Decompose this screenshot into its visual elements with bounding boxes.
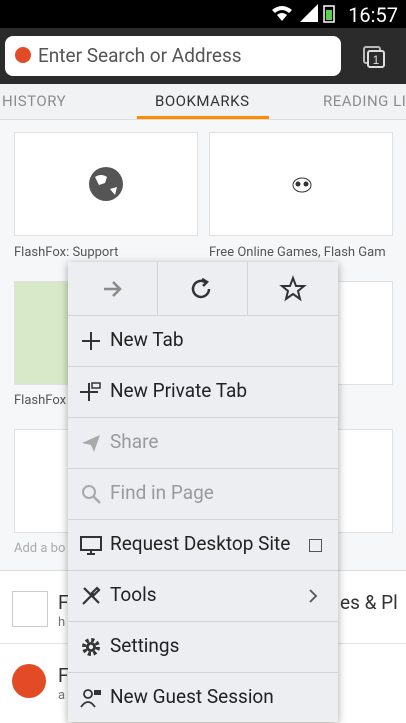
plus-icon	[82, 332, 100, 350]
tile-caption: Add a bo	[14, 541, 66, 556]
menu-item-label: Settings	[110, 634, 180, 657]
reload-icon	[191, 277, 211, 299]
menu-item-label: New Private Tab	[110, 379, 247, 402]
menu-item-label: Find in Page	[110, 481, 214, 504]
status-icons	[272, 4, 335, 23]
forward-button[interactable]	[68, 262, 157, 315]
guest-icon	[80, 689, 101, 708]
reload-button[interactable]	[158, 262, 247, 315]
list-item-url: a	[58, 688, 66, 703]
chevron-right-icon	[309, 589, 318, 603]
share-icon	[82, 435, 100, 452]
tab-bookmarks[interactable]: BOOKMARKS	[155, 92, 249, 110]
bookmark-star-button[interactable]	[248, 262, 338, 315]
flashfox-icon	[15, 47, 31, 63]
tab-reading-list[interactable]: READING LI	[323, 92, 406, 110]
tools-icon	[82, 586, 101, 605]
url-placeholder: Enter Search or Address	[38, 44, 242, 67]
list-item-url: h	[58, 615, 66, 630]
menu-item-new-tab[interactable]: New Tab	[68, 316, 338, 367]
panda-icon	[12, 591, 48, 627]
menu-item-tools[interactable]: Tools	[68, 571, 338, 622]
forward-arrow-icon	[104, 281, 122, 297]
menu-item-label: New Tab	[110, 328, 184, 351]
menu-item-new-private-tab[interactable]: New Private Tab	[68, 367, 338, 418]
active-tab-indicator	[137, 116, 269, 119]
desktop-site-checkbox[interactable]	[309, 539, 322, 552]
status-time: 16:57	[348, 3, 398, 27]
status-bar: 16:57	[0, 0, 406, 28]
list-item-title: F	[58, 664, 69, 687]
menu-item-label: Tools	[110, 583, 157, 606]
private-plus-icon	[80, 382, 101, 401]
overflow-menu: New Tab New Private Tab Share Find in Pa…	[68, 262, 338, 722]
menu-action-row	[68, 262, 338, 316]
menu-item-new-guest-session[interactable]: New Guest Session	[68, 673, 338, 723]
menu-item-find-in-page[interactable]: Find in Page	[68, 469, 338, 520]
flashfox-logo	[12, 664, 46, 698]
gear-icon	[82, 638, 100, 656]
url-bar[interactable]: Enter Search or Address	[5, 36, 341, 76]
tile-caption: Free Online Games, Flash Gam	[209, 245, 386, 260]
tile-caption: FlashFox	[14, 393, 67, 408]
panda-icon	[292, 177, 312, 193]
list-item-title: F	[58, 591, 69, 614]
menu-item-request-desktop-site[interactable]: Request Desktop Site	[68, 520, 338, 571]
bookmark-tile[interactable]	[209, 132, 393, 236]
menu-item-label: New Guest Session	[110, 685, 274, 708]
search-icon	[82, 485, 101, 504]
menu-item-label: Request Desktop Site	[110, 532, 291, 555]
tab-history[interactable]: HISTORY	[2, 92, 66, 110]
tabs-counter-button[interactable]: 1	[344, 28, 406, 84]
bookmark-tile[interactable]	[14, 132, 198, 236]
svg-text:1: 1	[373, 53, 380, 67]
list-item-title-tail: es & Pl	[340, 591, 398, 614]
menu-item-settings[interactable]: Settings	[68, 622, 338, 673]
desktop-icon	[80, 536, 102, 555]
globe-icon	[89, 167, 123, 201]
signal-icon	[300, 4, 318, 22]
menu-item-label: Share	[110, 430, 159, 453]
tile-caption: FlashFox: Support	[14, 245, 119, 260]
panel-tabbar: HISTORY BOOKMARKS READING LI	[0, 84, 406, 120]
wifi-icon	[272, 6, 292, 21]
menu-item-share[interactable]: Share	[68, 418, 338, 469]
star-icon	[279, 275, 307, 302]
